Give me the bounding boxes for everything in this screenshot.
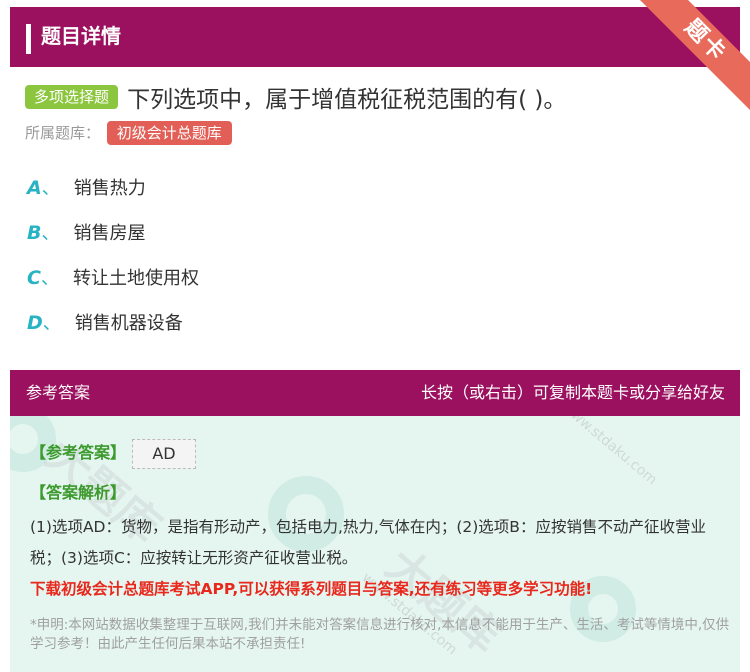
option-text: 转让土地使用权 (72, 268, 199, 289)
question-text: 下列选项中，属于增值税征税范围的有( )。 (127, 87, 567, 113)
bank-label: 所属题库： (25, 124, 101, 142)
page-title: 题目详情 (41, 24, 121, 48)
question-type-badge: 多项选择题 (25, 85, 119, 109)
option-letter: D (27, 312, 43, 334)
option-separator: 、 (41, 178, 60, 199)
copy-share-hint: 长按（或右击）可复制本题卡或分享给好友 (420, 383, 725, 402)
watermark-site: www.stdaku.com (558, 416, 660, 489)
reference-answer-label: 【参考答案】 (30, 443, 127, 462)
answer-body: 大题库 大题库 www.stdaku.com www.stdaku.com 【参… (10, 416, 740, 672)
option-text: 销售机器设备 (74, 313, 183, 334)
option-d[interactable]: D、 销售机器设备 (27, 308, 183, 338)
explanation-label: 【答案解析】 (30, 483, 127, 502)
question-bank: 所属题库： 初级会计总题库 (25, 121, 232, 145)
option-text: 销售热力 (73, 178, 146, 199)
explanation-text: (1)选项AD：货物，是指有形动产，包括电力,热力,气体在内；(2)选项B：应按… (30, 518, 706, 567)
option-b[interactable]: B、 销售房屋 (27, 218, 145, 248)
page-header: 题目详情 (10, 7, 740, 67)
answer-section-title: 参考答案 (26, 383, 91, 402)
option-letter: C (27, 267, 41, 289)
option-separator: 、 (42, 313, 61, 334)
header-accent-bar (26, 24, 31, 54)
option-separator: 、 (41, 223, 60, 244)
answer-header: 参考答案 长按（或右击）可复制本题卡或分享给好友 (10, 370, 740, 416)
option-a[interactable]: A、 销售热力 (27, 173, 146, 203)
option-c[interactable]: C、 转让土地使用权 (27, 263, 199, 293)
app-download-promo[interactable]: 下载初级会计总题库考试APP,可以获得系列题目与答案,还有练习等更多学习功能! (30, 577, 730, 601)
disclaimer-text: *申明:本网站数据收集整理于互联网,我们并未能对答案信息进行核对,本信息不能用于… (30, 617, 730, 652)
reference-answer-value: AD (132, 439, 196, 469)
option-letter: B (27, 222, 42, 244)
question-stem: 多项选择题 下列选项中，属于增值税征税范围的有( )。 (25, 80, 725, 114)
option-separator: 、 (40, 268, 59, 289)
option-text: 销售房屋 (73, 223, 146, 244)
option-letter: A (27, 177, 42, 199)
bank-tag-link[interactable]: 初级会计总题库 (106, 121, 232, 145)
